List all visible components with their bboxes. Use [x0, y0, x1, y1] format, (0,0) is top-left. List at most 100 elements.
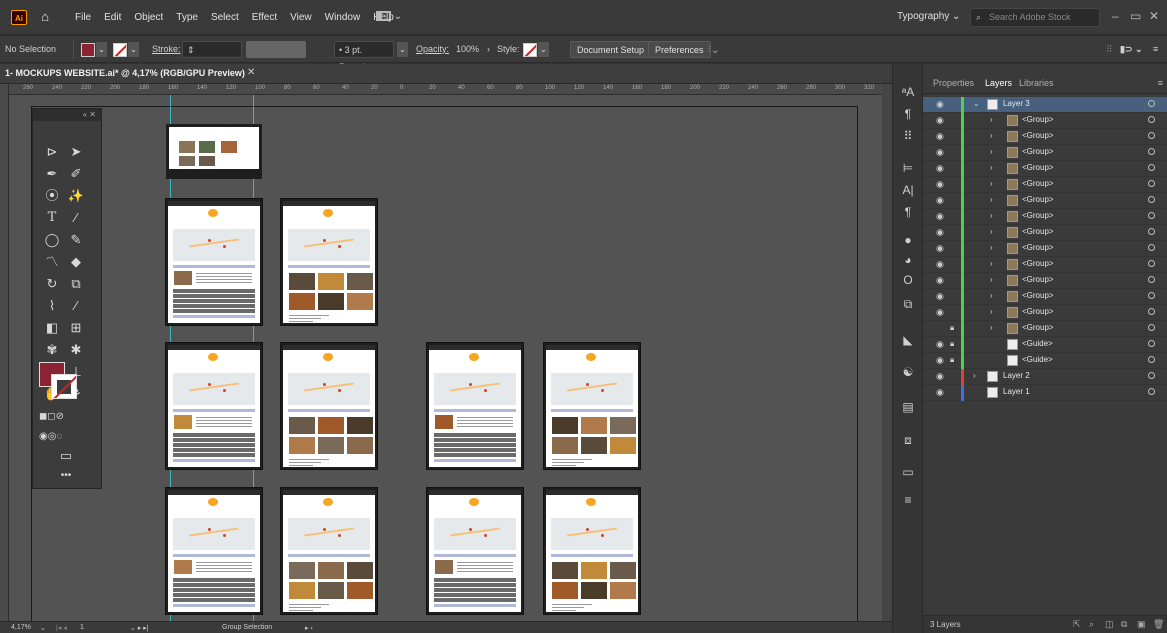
paragraph-icon[interactable]: ¶ — [898, 106, 918, 122]
layer-row[interactable]: ◉ › <Group> — [923, 177, 1167, 193]
target-icon[interactable] — [1148, 244, 1155, 251]
target-icon[interactable] — [1148, 340, 1155, 347]
appearance-icon[interactable]: ◣ — [898, 332, 918, 348]
character-styles-icon[interactable]: A| — [898, 182, 918, 198]
brush-definition[interactable]: • 3 pt. Round — [334, 41, 394, 72]
more-tools-icon[interactable]: ••• — [55, 466, 77, 485]
grid-icon[interactable]: ⠿ — [1106, 41, 1113, 58]
magic-wand-tool-icon[interactable]: ✨ — [65, 186, 87, 205]
tab-properties[interactable]: Properties — [933, 78, 974, 88]
arrange-documents-button[interactable]: ⌄ — [376, 11, 406, 24]
layer-row[interactable]: ◉ › <Group> — [923, 257, 1167, 273]
website-mockup[interactable] — [427, 343, 523, 469]
artboards-icon[interactable]: ▭ — [898, 464, 918, 480]
target-icon[interactable] — [1148, 212, 1155, 219]
visibility-eye-icon[interactable]: ◉ — [936, 99, 944, 110]
canvas[interactable] — [9, 95, 882, 621]
close-icon[interactable]: ✕ — [247, 67, 255, 78]
visibility-eye-icon[interactable]: ◉ — [936, 227, 944, 238]
type-tool-icon[interactable]: T — [41, 208, 63, 227]
target-icon[interactable] — [1148, 116, 1155, 123]
shaper-tool-icon[interactable]: 〽 — [41, 252, 63, 271]
gradient-tool-icon[interactable]: ◧ — [41, 318, 63, 337]
chevron-right-icon[interactable]: › — [990, 307, 993, 316]
chevron-right-icon[interactable]: › — [990, 323, 993, 332]
horizontal-ruler[interactable]: 260 240 220 200 180 160 140 120 100 80 60 40 20 0 20 40… — [9, 84, 882, 95]
layer-name[interactable]: <Group> — [1022, 195, 1054, 204]
stroke-color-box[interactable] — [51, 374, 77, 399]
visibility-eye-icon[interactable]: ◉ — [936, 211, 944, 222]
menu-effect[interactable]: Effect — [250, 12, 279, 23]
document-setup-button[interactable]: Document Setup — [570, 41, 652, 58]
chevron-right-icon[interactable]: › — [990, 211, 993, 220]
layer-row[interactable]: ◉ 🔒︎ <Guide> — [923, 337, 1167, 353]
layer-row[interactable]: ◉ Layer 1 — [923, 385, 1167, 401]
draw-mode-icons[interactable]: ◉◎◌ — [39, 427, 62, 446]
chevron-right-icon[interactable]: › — [990, 179, 993, 188]
visibility-eye-icon[interactable]: ◉ — [936, 259, 944, 270]
menu-select[interactable]: Select — [209, 12, 241, 23]
layer-name[interactable]: <Group> — [1022, 291, 1054, 300]
rotate-tool-icon[interactable]: ↻ — [41, 274, 63, 293]
vertical-ruler[interactable] — [0, 84, 9, 621]
layer-name[interactable]: <Group> — [1022, 115, 1054, 124]
target-icon[interactable] — [1148, 388, 1155, 395]
website-mockup[interactable] — [427, 488, 523, 614]
target-icon[interactable] — [1148, 308, 1155, 315]
target-icon[interactable] — [1148, 292, 1155, 299]
layer-name[interactable]: Layer 2 — [1003, 371, 1030, 380]
ellipse-tool-icon[interactable]: ◯ — [41, 230, 63, 249]
chevron-right-icon[interactable]: › — [990, 275, 993, 284]
visibility-eye-icon[interactable]: ◉ — [936, 115, 944, 126]
visibility-eye-icon[interactable]: ◉ — [936, 307, 944, 318]
layer-name[interactable]: <Group> — [1022, 227, 1054, 236]
visibility-eye-icon[interactable]: ◉ — [936, 195, 944, 206]
glyphs-icon[interactable]: ⠿ — [898, 128, 918, 144]
chevron-right-icon[interactable]: › — [990, 163, 993, 172]
layer-name[interactable]: <Guide> — [1022, 339, 1053, 348]
next-artboard-icon[interactable]: ⌄ ▸ ▸| — [130, 624, 149, 632]
layer-row[interactable]: ◉ › <Group> — [923, 241, 1167, 257]
curvature-tool-icon[interactable]: ✐ — [65, 164, 87, 183]
panel-menu-icon[interactable]: ▮⊃ ⌄ — [1120, 41, 1143, 58]
target-icon[interactable] — [1148, 164, 1155, 171]
chevron-right-icon[interactable]: › — [990, 291, 993, 300]
new-sublayer-icon[interactable]: ⧉ — [1121, 619, 1127, 630]
opentype-icon[interactable]: O — [898, 272, 918, 288]
lock-icon[interactable]: 🔒︎ — [950, 339, 954, 349]
stock-search-input[interactable]: ⌕ Search Adobe Stock — [970, 8, 1100, 27]
visibility-eye-icon[interactable]: ◉ — [936, 147, 944, 158]
visibility-eye-icon[interactable]: ◉ — [936, 371, 944, 382]
direct-selection-tool-icon[interactable]: ➤ — [65, 142, 87, 161]
chevron-right-icon[interactable]: › — [990, 259, 993, 268]
eraser-tool-icon[interactable]: ◆ — [65, 252, 87, 271]
visibility-eye-icon[interactable]: ◉ — [936, 387, 944, 398]
mockup-header[interactable] — [166, 124, 262, 179]
fill-swatch[interactable]: ⌄ — [81, 41, 107, 58]
character-icon[interactable]: ᵃA — [898, 84, 918, 100]
variable-width-profile[interactable] — [246, 41, 306, 58]
layer-name[interactable]: Layer 1 — [1003, 387, 1030, 396]
style-swatch[interactable]: ⌄ — [523, 41, 549, 58]
layer-row[interactable]: ◉ 🔒︎ <Guide> — [923, 353, 1167, 369]
lock-icon[interactable]: 🔒︎ — [950, 323, 954, 333]
layer-name[interactable]: <Guide> — [1022, 355, 1053, 364]
artboard-number[interactable]: 1 — [80, 624, 84, 631]
graphic-styles-icon[interactable]: ☯ — [898, 364, 918, 380]
align-icon[interactable]: ⫶ ⌄ — [708, 41, 718, 58]
layer-name[interactable]: Layer 3 — [1003, 99, 1030, 108]
menu-view[interactable]: View — [288, 12, 314, 23]
visibility-eye-icon[interactable]: ◉ — [936, 291, 944, 302]
maximize-icon[interactable]: ▭ — [1130, 9, 1141, 23]
menu-icon[interactable]: ≡ — [1153, 41, 1158, 58]
chevron-right-icon[interactable]: › — [990, 227, 993, 236]
stroke-weight-field[interactable]: ⇕ — [182, 41, 242, 58]
tab-libraries[interactable]: Libraries — [1019, 78, 1054, 88]
paragraph-styles-icon[interactable]: ¶ — [898, 204, 918, 220]
layer-name[interactable]: <Group> — [1022, 307, 1054, 316]
workspace-switcher[interactable]: Typography ⌄ — [897, 11, 960, 22]
website-mockup[interactable] — [544, 488, 640, 614]
menu-object[interactable]: Object — [132, 12, 165, 23]
mesh-tool-icon[interactable]: ⊞ — [65, 318, 87, 337]
layer-row[interactable]: ◉ › <Group> — [923, 209, 1167, 225]
